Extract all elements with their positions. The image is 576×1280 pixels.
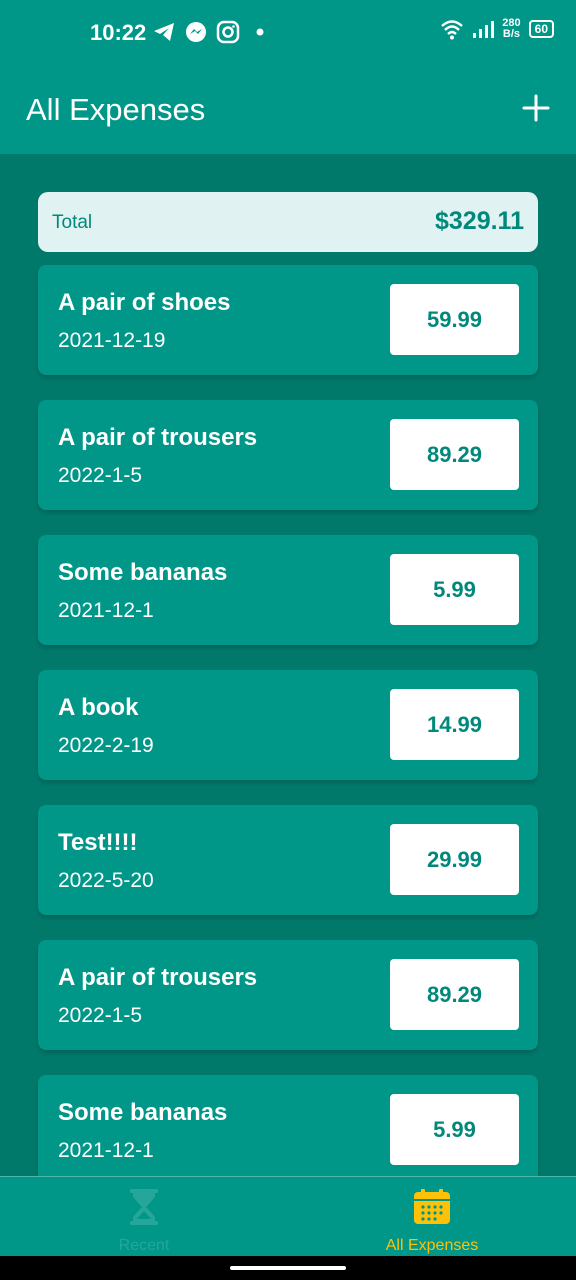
expense-title: Test!!!! (58, 829, 138, 856)
total-value: $329.11 (435, 207, 524, 235)
list-item[interactable]: Some bananas 2021-12-1 5.99 (38, 535, 538, 645)
signal-icon (473, 21, 495, 38)
total-card: Total $329.11 (38, 192, 538, 252)
expense-amount: 5.99 (390, 554, 519, 625)
expense-date: 2022-1-5 (58, 1004, 143, 1027)
expense-title: A book (58, 694, 139, 721)
list-item[interactable]: A book 2022-2-19 14.99 (38, 670, 538, 780)
nav-item-recent[interactable]: Recent (0, 1177, 288, 1257)
expense-title: A pair of trousers (58, 964, 258, 991)
expense-amount: 29.99 (390, 824, 519, 895)
calendar-icon (412, 1187, 452, 1227)
plus-icon (522, 94, 550, 122)
expense-title: Some bananas (58, 559, 228, 586)
nav-item-all-expenses[interactable]: All Expenses (288, 1177, 576, 1257)
expense-amount: 5.99 (390, 1094, 519, 1165)
battery-level: 60 (534, 22, 548, 36)
messenger-icon (186, 22, 206, 42)
system-navigation-bar (0, 1256, 576, 1280)
expense-date: 2022-1-5 (58, 464, 143, 487)
nav-label-recent: Recent (118, 1237, 170, 1254)
total-label: Total (52, 212, 93, 233)
nav-label-all-expenses: All Expenses (385, 1237, 479, 1254)
hourglass-icon (124, 1187, 164, 1227)
status-time: 10:22 (90, 20, 147, 45)
expense-date: 2022-2-19 (58, 734, 154, 757)
expense-title: Some bananas (58, 1099, 228, 1126)
expense-title: A pair of trousers (58, 424, 258, 451)
add-expense-button[interactable] (518, 90, 554, 126)
status-bar: 10:22 280 B/s 60 (0, 0, 576, 66)
dot-icon (256, 28, 264, 36)
page-title: All Expenses (26, 92, 206, 127)
expense-amount: 89.29 (390, 419, 519, 490)
instagram-icon (216, 20, 240, 44)
telegram-icon (154, 23, 174, 41)
list-item[interactable]: A pair of trousers 2022-1-5 89.29 (38, 400, 538, 510)
battery-icon: 60 (528, 20, 554, 38)
notification-icons (152, 20, 268, 44)
system-icons: 280 B/s 60 (440, 18, 554, 40)
net-speed: 280 B/s (502, 18, 520, 40)
expense-amount: 14.99 (390, 689, 519, 760)
expense-amount: 89.29 (390, 959, 519, 1030)
expense-date: 2021-12-1 (58, 599, 154, 622)
net-speed-unit: B/s (502, 28, 521, 40)
list-item[interactable]: A pair of trousers 2022-1-5 89.29 (38, 940, 538, 1050)
expense-amount: 59.99 (390, 284, 519, 355)
list-item[interactable]: A pair of shoes 2021-12-19 59.99 (38, 265, 538, 375)
home-indicator[interactable] (230, 1266, 346, 1270)
app-bar: All Expenses (0, 66, 576, 154)
expense-title: A pair of shoes (58, 289, 231, 316)
wifi-icon (441, 20, 464, 40)
expense-date: 2021-12-19 (58, 329, 166, 352)
bottom-navigation: Recent All Expenses (0, 1176, 576, 1256)
expense-date: 2022-5-20 (58, 869, 154, 892)
list-item[interactable]: Test!!!! 2022-5-20 29.99 (38, 805, 538, 915)
expense-date: 2021-12-1 (58, 1139, 154, 1162)
list-item[interactable]: Some bananas 2021-12-1 5.99 (38, 1075, 538, 1176)
expense-list-container[interactable]: Total $329.11 A pair of shoes 2021-12-19… (0, 154, 576, 1176)
